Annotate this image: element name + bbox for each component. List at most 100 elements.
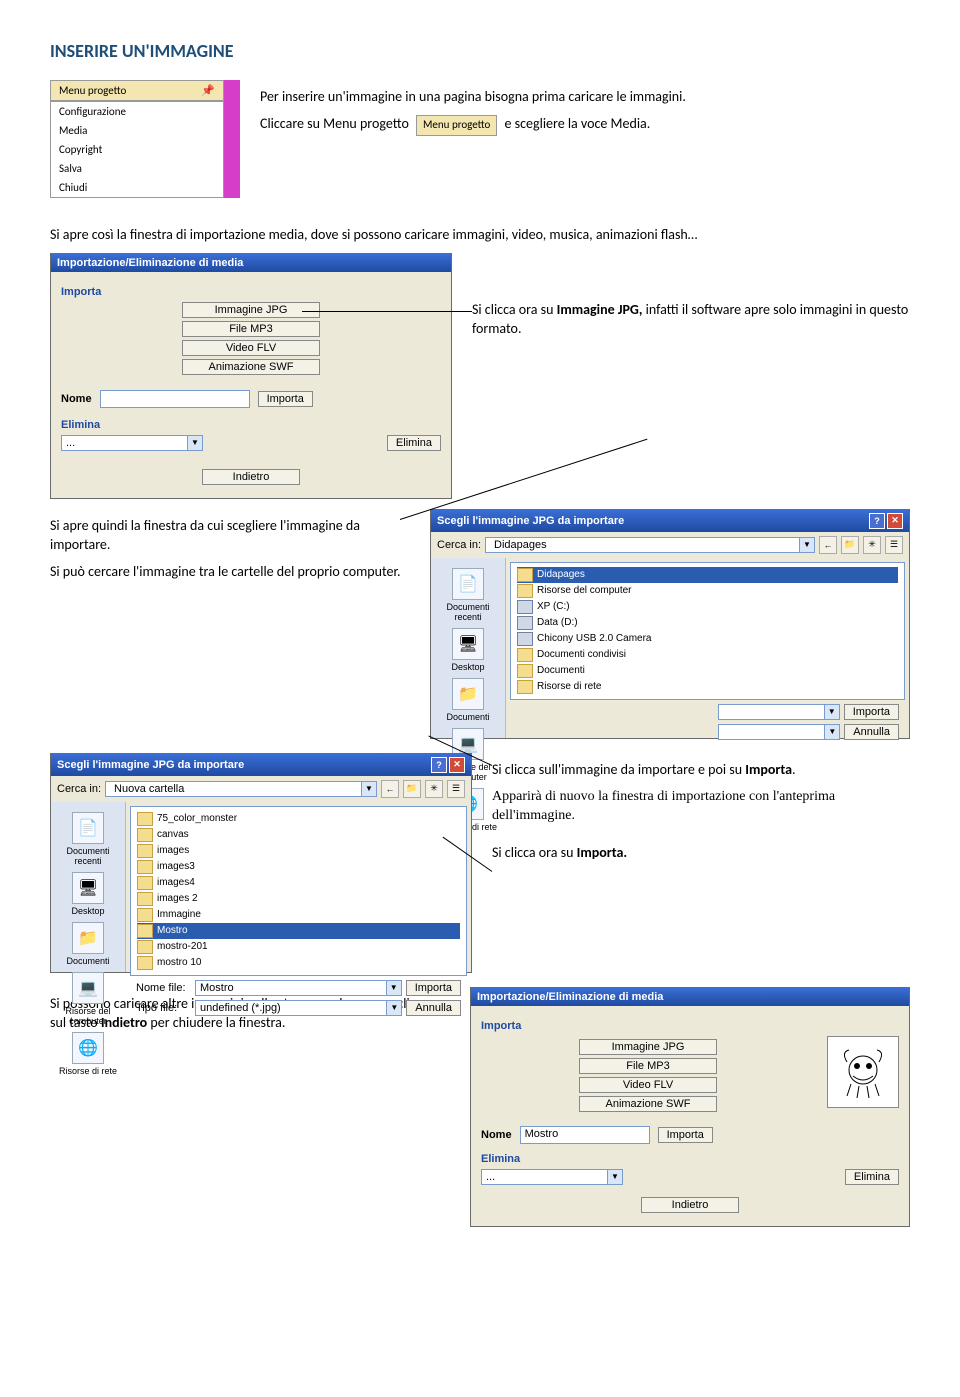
disk-icon	[517, 600, 533, 614]
menu-item[interactable]: Media	[51, 121, 223, 140]
list-item[interactable]: Data (D:)	[517, 615, 898, 631]
help-icon[interactable]: ?	[431, 757, 447, 773]
list-item[interactable]: Didapages	[517, 567, 898, 583]
file-icon	[137, 956, 153, 970]
import-panel-title: Importazione/Eliminazione di media	[51, 254, 451, 272]
importa-label: Importa	[481, 1020, 899, 1032]
indietro-button[interactable]: Indietro	[641, 1197, 739, 1213]
btn-mp3[interactable]: File MP3	[579, 1058, 717, 1074]
list-item[interactable]: Risorse di rete	[517, 679, 898, 695]
new-folder-icon[interactable]: ✳	[425, 780, 443, 798]
nome-file-combo[interactable]: Mostro▼	[195, 980, 402, 996]
chevron-down-icon: ▼	[361, 782, 376, 796]
list-item[interactable]: XP (C:)	[517, 599, 898, 615]
elimina-combo[interactable]: ... ▼	[481, 1169, 623, 1185]
list-item[interactable]: images4	[137, 875, 460, 891]
file-icon	[137, 892, 153, 906]
file-list[interactable]: Didapages Risorse del computer XP (C:) D…	[510, 562, 905, 700]
place-documents[interactable]: 📁Documenti	[433, 678, 503, 722]
menu-item[interactable]: Copyright	[51, 140, 223, 159]
importa-button[interactable]: Importa	[258, 391, 313, 407]
menu-item[interactable]: Chiudi	[51, 178, 223, 197]
btn-swf[interactable]: Animazione SWF	[579, 1096, 717, 1112]
list-item[interactable]: Risorse del computer	[517, 583, 898, 599]
filename-combo[interactable]: ▼	[718, 704, 840, 720]
list-item[interactable]: images	[137, 843, 460, 859]
list-item[interactable]: Mostro	[137, 923, 460, 939]
elimina-label: Elimina	[481, 1153, 899, 1165]
btn-jpg[interactable]: Immagine JPG	[182, 302, 320, 318]
menu-item[interactable]: Configurazione	[51, 102, 223, 121]
menu-tab-inline: Menu progetto	[416, 115, 497, 136]
importa-button[interactable]: Importa	[658, 1127, 713, 1143]
place-desktop[interactable]: 🖥Desktop	[433, 628, 503, 672]
list-item[interactable]: canvas	[137, 827, 460, 843]
list-item[interactable]: Chicony USB 2.0 Camera	[517, 631, 898, 647]
file-icon	[137, 940, 153, 954]
annulla-button[interactable]: Annulla	[844, 724, 899, 740]
folder-icon	[517, 664, 533, 678]
btn-flv[interactable]: Video FLV	[182, 340, 320, 356]
btn-mp3[interactable]: File MP3	[182, 321, 320, 337]
file-icon	[137, 844, 153, 858]
list-item[interactable]: Documenti	[517, 663, 898, 679]
up-icon[interactable]: 📁	[403, 780, 421, 798]
btn-jpg[interactable]: Immagine JPG	[579, 1039, 717, 1055]
computer-icon: 💻	[72, 972, 104, 1004]
documents-icon: 📁	[452, 678, 484, 710]
indietro-button[interactable]: Indietro	[202, 469, 300, 485]
help-icon[interactable]: ?	[869, 513, 885, 529]
elimina-button[interactable]: Elimina	[845, 1169, 899, 1185]
list-item[interactable]: mostro 10	[137, 955, 460, 971]
menu-item[interactable]: Salva	[51, 159, 223, 178]
place-network[interactable]: 🌐Risorse di rete	[53, 1032, 123, 1076]
callout-2c: Apparirà di nuovo la finestra di importa…	[492, 788, 910, 826]
place-desktop[interactable]: 🖥Desktop	[53, 872, 123, 916]
nome-label: Nome	[61, 393, 92, 405]
folder-icon	[517, 648, 533, 662]
nome-input[interactable]	[100, 390, 250, 408]
nome-input[interactable]: Mostro	[520, 1126, 650, 1144]
cerca-in-combo[interactable]: Nuova cartella ▼	[105, 781, 377, 797]
importa-button[interactable]: Importa	[406, 980, 461, 996]
place-documents[interactable]: 📁Documenti	[53, 922, 123, 966]
list-item[interactable]: Immagine	[137, 907, 460, 923]
back-icon[interactable]: ←	[819, 536, 837, 554]
file-icon	[137, 828, 153, 842]
elimina-button[interactable]: Elimina	[387, 435, 441, 451]
cerca-in-combo[interactable]: Didapages ▼	[485, 537, 815, 553]
elimina-combo[interactable]: ... ▼	[61, 435, 203, 451]
file-icon	[137, 876, 153, 890]
up-icon[interactable]: 📁	[841, 536, 859, 554]
menu-popup: Configurazione Media Copyright Salva Chi…	[50, 101, 224, 198]
list-item[interactable]: 75_color_monster	[137, 811, 460, 827]
btn-swf[interactable]: Animazione SWF	[182, 359, 320, 375]
list-item[interactable]: images 2	[137, 891, 460, 907]
close-icon[interactable]: ✕	[449, 757, 465, 773]
intro-text-2: Cliccare su Menu progetto Menu progetto …	[260, 115, 910, 136]
chevron-down-icon: ▼	[824, 705, 839, 719]
btn-flv[interactable]: Video FLV	[579, 1077, 717, 1093]
list-item[interactable]: mostro-201	[137, 939, 460, 955]
view-icon[interactable]: ☰	[447, 780, 465, 798]
annulla-button[interactable]: Annulla	[406, 1000, 461, 1016]
new-folder-icon[interactable]: ✳	[863, 536, 881, 554]
import-panel: Importazione/Eliminazione di media Impor…	[50, 253, 452, 499]
filetype-combo[interactable]: ▼	[718, 724, 840, 740]
file-list[interactable]: 75_color_monster canvas images images3 i…	[130, 806, 467, 976]
list-item[interactable]: images3	[137, 859, 460, 875]
tipo-file-label: Tipo file:	[136, 1002, 191, 1014]
place-recent[interactable]: 📄Documenti recenti	[53, 812, 123, 866]
place-computer[interactable]: 💻Risorse del computer	[53, 972, 123, 1026]
para-3a: Si apre quindi la finestra da cui scegli…	[50, 517, 410, 555]
close-icon[interactable]: ✕	[887, 513, 903, 529]
menu-tab[interactable]: Menu progetto 📌	[50, 80, 224, 101]
list-item[interactable]: Documenti condivisi	[517, 647, 898, 663]
tipo-file-combo[interactable]: undefined (*.jpg)▼	[195, 1000, 402, 1016]
view-icon[interactable]: ☰	[885, 536, 903, 554]
chevron-down-icon: ▼	[799, 538, 814, 552]
importa-button[interactable]: Importa	[844, 704, 899, 720]
place-recent[interactable]: 📄Documenti recenti	[433, 568, 503, 622]
places-sidebar: 📄Documenti recenti 🖥Desktop 📁Documenti 💻…	[51, 802, 126, 972]
back-icon[interactable]: ←	[381, 780, 399, 798]
